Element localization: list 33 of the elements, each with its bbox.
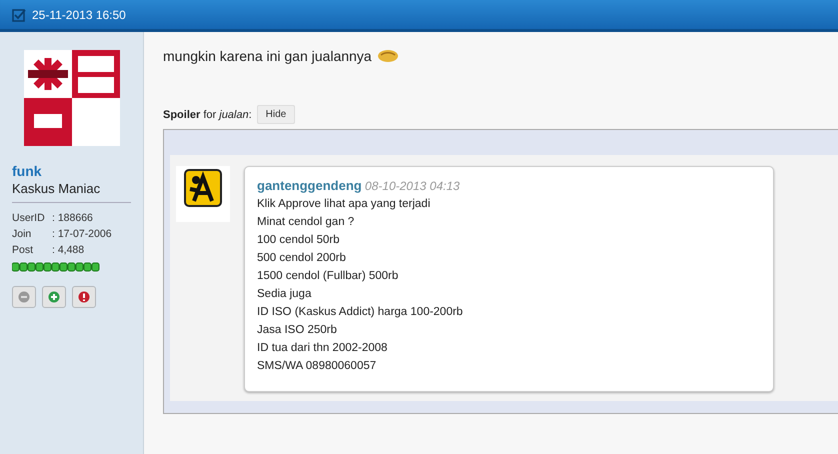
figure-letter-icon bbox=[184, 169, 222, 207]
hide-button[interactable]: Hide bbox=[256, 105, 296, 124]
quote-line: Klik Approve lihat apa yang terjadi bbox=[257, 197, 432, 212]
stat-value: : 188666 bbox=[52, 211, 93, 226]
quote-author[interactable]: gantenggendeng bbox=[257, 178, 362, 193]
quote-date: 08-10-2013 04:13 bbox=[364, 179, 460, 193]
stat-label: Join bbox=[12, 227, 32, 242]
report-button[interactable] bbox=[72, 286, 96, 308]
avatar-logo-icon bbox=[24, 50, 120, 146]
spoiler-label: Spoiler for jualan: bbox=[163, 108, 252, 120]
quote-line: 500 cendol 200rb bbox=[257, 251, 347, 266]
post-datetime: 25-11-2013 16:50 bbox=[32, 8, 126, 22]
plus-icon bbox=[48, 291, 60, 303]
quote-line: ID tua dari thn 2002-2008 bbox=[257, 341, 388, 356]
minus-icon bbox=[18, 291, 30, 303]
exclamation-icon bbox=[78, 291, 90, 303]
username-link[interactable]: funk bbox=[12, 163, 131, 179]
quote-line: Minat cendol gan ? bbox=[257, 215, 356, 230]
stat-label: UserID bbox=[12, 211, 46, 226]
quote-line: 1500 cendol (Fullbar) 500rb bbox=[257, 269, 400, 284]
plus-button[interactable] bbox=[42, 286, 66, 308]
quote-line: SMS/WA 08980060057 bbox=[257, 359, 378, 374]
minus-button[interactable] bbox=[12, 286, 36, 308]
quote-line: 100 cendol 50rb bbox=[257, 233, 340, 248]
stat-label: Post bbox=[12, 243, 34, 258]
quote-line: Jasa ISO 250rb bbox=[257, 323, 338, 338]
stat-value: : 4,488 bbox=[52, 243, 84, 258]
stat-value: : 17-07-2006 bbox=[52, 227, 112, 242]
post-text: mungkin karena ini gan jualannya bbox=[163, 48, 372, 64]
quote-line: Sedia juga bbox=[257, 287, 312, 302]
user-rank: Kaskus Maniac bbox=[12, 181, 102, 196]
checkbox-icon bbox=[12, 8, 26, 22]
quote-line: ID ISO (Kaskus Addict) harga 100-200rb bbox=[257, 305, 464, 320]
